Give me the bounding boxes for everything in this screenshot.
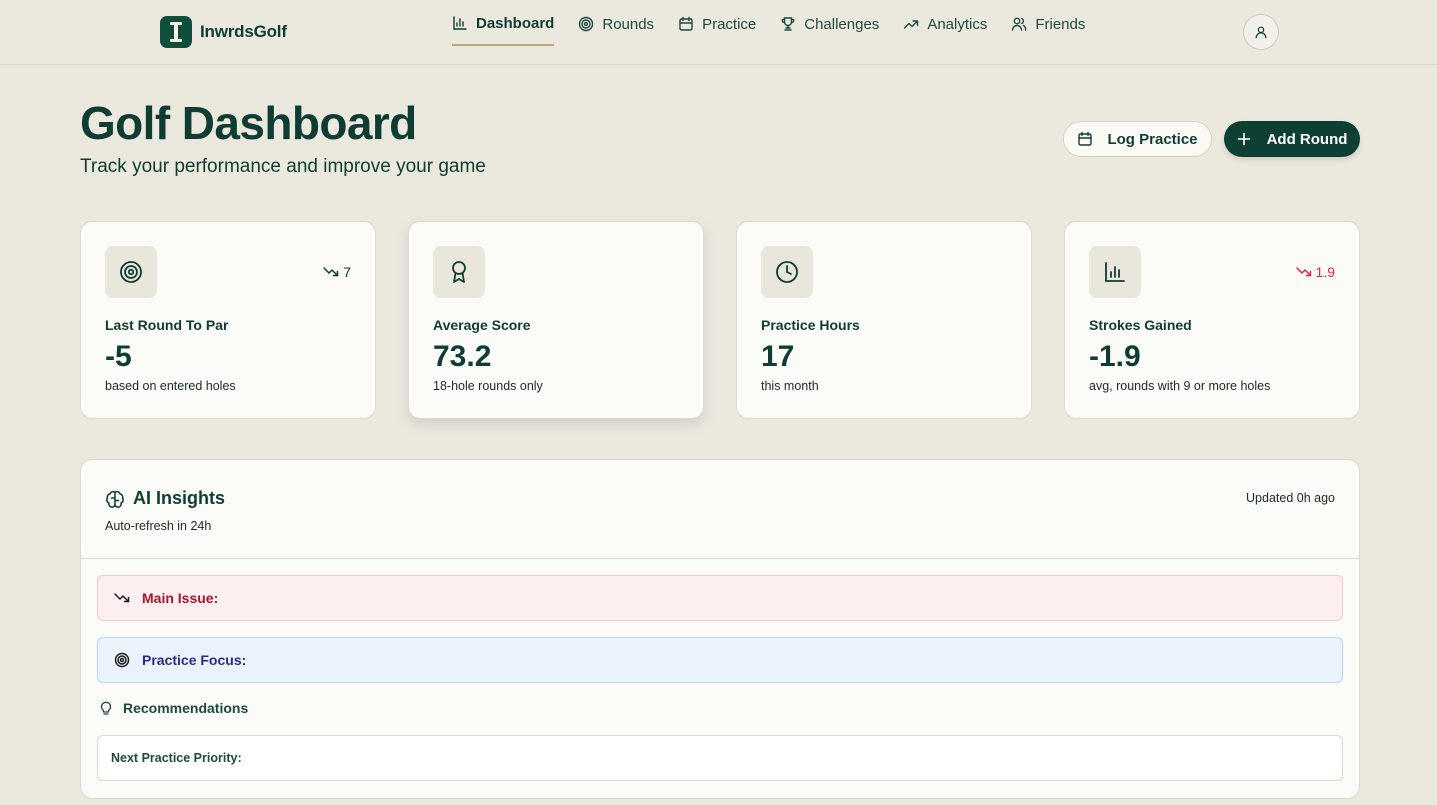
nav-label-practice: Practice	[702, 15, 757, 33]
nav-item-practice[interactable]: Practice	[678, 0, 756, 46]
log-practice-button[interactable]: Log Practice	[1063, 121, 1212, 157]
next-practice-priority-label: Next Practice Priority:	[111, 751, 242, 765]
trend-value: 1.9	[1315, 264, 1335, 280]
nav-label-challenges: Challenges	[804, 15, 880, 33]
ai-insights-header: AI Insights	[105, 488, 225, 509]
next-practice-priority-box: Next Practice Priority:	[97, 735, 1343, 781]
trending-up-icon	[904, 20, 919, 29]
bar-chart-icon	[453, 16, 467, 30]
clock-icon	[761, 246, 813, 298]
brand[interactable]: InwrdsGolf	[160, 16, 287, 48]
trending-down-icon	[1295, 267, 1311, 277]
nav-item-challenges[interactable]: Challenges	[780, 0, 879, 46]
nav-item-dashboard[interactable]: Dashboard	[452, 0, 555, 46]
trending-down-icon	[114, 593, 130, 603]
recommendations-header: Recommendations	[99, 700, 248, 716]
nav-label-analytics: Analytics	[927, 15, 988, 33]
top-navigation-bar: InwrdsGolf Dashboard Rounds Practice Cha…	[0, 0, 1437, 65]
main-nav: Dashboard Rounds Practice Challenges Ana…	[452, 0, 1109, 65]
stat-value: 17	[761, 340, 795, 373]
stat-label: Last Round To Par	[105, 317, 229, 333]
nav-label-rounds: Rounds	[602, 15, 655, 33]
practice-focus-label: Practice Focus:	[142, 652, 247, 668]
page-title: Golf Dashboard	[80, 97, 417, 149]
stat-card-strokes-gained: 1.9 Strokes Gained -1.9 avg, rounds with…	[1064, 221, 1360, 419]
target-icon	[114, 652, 130, 668]
trophy-icon	[781, 17, 795, 31]
stat-label: Practice Hours	[761, 317, 860, 333]
stat-card-last-round: 7 Last Round To Par -5 based on entered …	[80, 221, 376, 419]
user-avatar-button[interactable]	[1243, 14, 1279, 50]
stat-note: this month	[761, 379, 819, 393]
brain-icon	[106, 490, 124, 508]
target-icon	[579, 16, 594, 32]
stat-note: based on entered holes	[105, 379, 236, 393]
trend-value: 7	[343, 264, 351, 280]
practice-focus-box: Practice Focus:	[97, 637, 1343, 683]
user-icon	[1255, 26, 1267, 39]
trend-indicator: 7	[323, 264, 351, 280]
stat-card-average-score: Average Score 73.2 18-hole rounds only	[408, 221, 704, 419]
add-round-button[interactable]: Add Round	[1224, 121, 1360, 157]
target-icon	[105, 246, 157, 298]
main-issue-label: Main Issue:	[142, 590, 219, 606]
ai-insights-title: AI Insights	[133, 488, 226, 508]
lightbulb-icon	[100, 701, 112, 715]
trend-indicator: 1.9	[1295, 264, 1335, 280]
stat-note: avg, rounds with 9 or more holes	[1089, 379, 1271, 393]
updated-timestamp: Updated 0h ago	[1246, 491, 1335, 505]
nav-label-friends: Friends	[1035, 15, 1086, 33]
stat-label: Average Score	[433, 317, 531, 333]
stat-note: 18-hole rounds only	[433, 379, 543, 393]
calendar-icon	[679, 16, 693, 31]
stat-value: 73.2	[433, 340, 492, 373]
plus-icon	[1237, 132, 1250, 146]
stat-value: -1.9	[1089, 340, 1141, 373]
users-icon	[1012, 17, 1027, 31]
trending-down-icon	[323, 267, 339, 277]
bar-chart-icon	[1089, 246, 1141, 298]
nav-item-analytics[interactable]: Analytics	[903, 0, 987, 46]
ai-insights-panel: AI Insights Auto-refresh in 24h Updated …	[80, 459, 1360, 799]
brand-name: InwrdsGolf	[200, 22, 287, 41]
auto-refresh-text: Auto-refresh in 24h	[105, 519, 212, 533]
nav-item-friends[interactable]: Friends	[1011, 0, 1085, 46]
logo-icon	[160, 16, 192, 48]
recommendations-title: Recommendations	[123, 700, 249, 716]
add-round-label: Add Round	[1266, 130, 1348, 148]
divider	[81, 558, 1359, 559]
stat-value: -5	[105, 340, 132, 373]
stat-label: Strokes Gained	[1089, 317, 1192, 333]
award-icon	[433, 246, 485, 298]
nav-item-rounds[interactable]: Rounds	[578, 0, 654, 46]
page-subtitle: Track your performance and improve your …	[80, 156, 486, 177]
log-practice-label: Log Practice	[1107, 130, 1198, 148]
stat-card-practice-hours: Practice Hours 17 this month	[736, 221, 1032, 419]
main-issue-box: Main Issue:	[97, 575, 1343, 621]
calendar-icon	[1078, 131, 1093, 146]
nav-label-dashboard: Dashboard	[476, 14, 555, 32]
